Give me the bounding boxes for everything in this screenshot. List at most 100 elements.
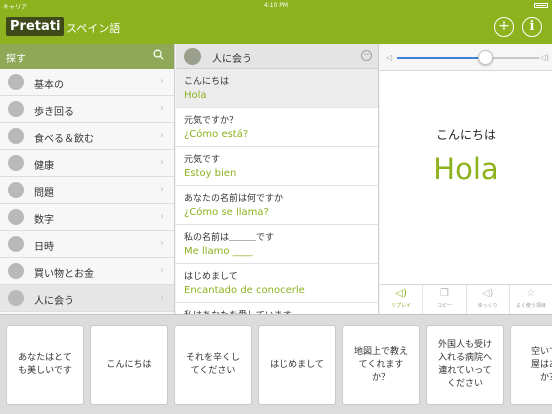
sidebar-item[interactable]: 日時 › xyxy=(0,231,174,258)
target-language-label[interactable]: スペイン語 xyxy=(66,20,120,36)
sidebar-item-label: 基本の xyxy=(34,80,64,91)
app-logo: Pretati xyxy=(6,17,65,36)
volume-high-icon: ◁) xyxy=(539,53,549,62)
phrase-row[interactable]: こんにちは Hola xyxy=(176,69,378,108)
action-bar: ◁) リプレイ ❐ コピー ◁) ゆっくり ☆ よく使う項目 xyxy=(380,284,552,314)
battery-icon xyxy=(534,3,548,8)
action-label: コピー xyxy=(436,303,452,309)
sidebar-item-label: 健康 xyxy=(34,161,54,172)
volume-low-icon: ◁ xyxy=(386,53,393,62)
chevron-right-icon: › xyxy=(160,76,164,87)
chevron-right-icon: › xyxy=(160,130,164,141)
phrase-japanese: 元気です xyxy=(184,155,221,165)
phrase-spanish: Estoy bien xyxy=(184,168,237,179)
chevron-right-icon: › xyxy=(160,103,164,114)
chevron-right-icon: › xyxy=(160,211,164,222)
app-header: Pretati スペイン語 + i xyxy=(0,11,552,44)
sidebar-item-label: 日時 xyxy=(34,242,54,253)
sidebar-item[interactable]: 基本の › xyxy=(0,69,174,96)
phrase-list-title: 人に会う xyxy=(212,54,252,65)
health-icon xyxy=(8,155,24,171)
action-button[interactable]: ☆ よく使う項目 xyxy=(510,285,552,314)
detail-japanese-text: こんにちは xyxy=(435,128,496,142)
face-icon xyxy=(8,182,24,198)
volume-slider[interactable]: ◁ ◁) xyxy=(380,44,552,71)
sidebar-item[interactable]: 人に会う › xyxy=(0,285,174,312)
people-icon xyxy=(8,290,24,306)
action-label: リプレイ xyxy=(391,303,412,309)
recent-phrases-strip: あなたはとて も美しいです こんにちは それを辛くし てください はじめまして 地図上で… xyxy=(0,314,552,414)
phrase-spanish: Hola xyxy=(184,90,207,101)
info-button[interactable]: i xyxy=(522,17,542,37)
chevron-right-icon: › xyxy=(160,265,164,276)
action-button[interactable]: ◁) ゆっくり xyxy=(467,285,510,314)
sidebar-item-label: 数字 xyxy=(34,215,54,226)
search-input[interactable]: 探す xyxy=(6,50,26,65)
chevron-right-icon: › xyxy=(160,292,164,303)
search-bar[interactable]: 探す xyxy=(0,44,174,69)
bag-icon xyxy=(8,263,24,279)
phrase-spanish: Me llamo ____ xyxy=(184,246,253,257)
sidebar-item[interactable]: 食べる＆飲む › xyxy=(0,123,174,150)
action-label: よく使う項目 xyxy=(515,303,546,309)
sidebar-item-label: 人に会う xyxy=(34,296,74,307)
phrase-row[interactable]: 私はあなたを愛しています xyxy=(176,303,378,314)
phrase-detail-panel: ◁ ◁) こんにちは Hola ◁) リプレイ ❐ コピー ◁) ゆっくり ☆ よく使う項目 xyxy=(380,44,552,314)
phrase-spanish: ¿Cómo se llama? xyxy=(184,207,269,218)
copy-icon: ❐ xyxy=(439,288,449,299)
sidebar-item[interactable]: 買い物とお金 › xyxy=(0,258,174,285)
phrase-list-header: 人に会う − xyxy=(176,44,378,69)
pen-icon xyxy=(8,74,24,90)
sidebar-item-label: 歩き回る xyxy=(34,107,74,118)
phrase-row[interactable]: 元気ですか？ ¿Cómo está? xyxy=(176,108,378,147)
drink-icon xyxy=(8,128,24,144)
sidebar-item-label: 問題 xyxy=(34,188,54,199)
volume-knob[interactable] xyxy=(478,50,494,65)
phrase-list-panel: 人に会う − こんにちは Hola 元気ですか？ ¿Cómo está? 元気です Est… xyxy=(176,44,379,314)
slow-speaker-icon: ◁) xyxy=(481,288,494,299)
phrase-japanese: 元気ですか？ xyxy=(184,116,239,126)
volume-fill xyxy=(397,57,486,59)
phrase-row[interactable]: あなたの名前は何ですか ¿Cómo se llama? xyxy=(176,186,378,225)
category-sidebar: 探す 基本の › 歩き回る › 食べる＆飲む › 健康 › 問題 › 数字 › 日時 › 買い物とお金 › 人に… xyxy=(0,44,175,314)
phrase-card[interactable]: はじめまして xyxy=(258,325,336,405)
action-button[interactable]: ❐ コピー xyxy=(423,285,467,314)
sidebar-item-label: 食べる＆飲む xyxy=(34,134,94,145)
detail-spanish-text: Hola xyxy=(433,152,499,186)
chevron-right-icon: › xyxy=(160,157,164,168)
sidebar-item[interactable]: 健康 › xyxy=(0,150,174,177)
phrase-spanish: ¿Cómo está? xyxy=(184,129,249,140)
phrase-card[interactable]: 外国人も受け 入れる病院へ 連れていって ください xyxy=(426,325,504,405)
phrase-row[interactable]: 私の名前は＿＿＿です Me llamo ____ xyxy=(176,225,378,264)
sidebar-item[interactable]: 数字 › xyxy=(0,204,174,231)
sidebar-item[interactable]: 問題 › xyxy=(0,177,174,204)
phrase-card[interactable]: 空いてい 屋はあり か？ xyxy=(510,325,552,405)
star-icon: ☆ xyxy=(526,288,536,299)
speaker-icon: ◁) xyxy=(395,288,407,299)
walk-icon xyxy=(8,101,24,117)
search-icon xyxy=(153,49,164,60)
add-button[interactable]: + xyxy=(494,17,514,37)
action-button[interactable]: ◁) リプレイ xyxy=(380,285,424,314)
phrase-card[interactable]: それを辛くし てください xyxy=(174,325,252,405)
status-time: 4:10 PM xyxy=(263,2,289,9)
clock-icon xyxy=(8,236,24,252)
phrase-row[interactable]: 元気です Estoy bien xyxy=(176,147,378,186)
action-label: ゆっくり xyxy=(477,303,498,309)
sidebar-item[interactable]: 歩き回る › xyxy=(0,96,174,123)
phrase-card[interactable]: こんにちは xyxy=(90,325,168,405)
chevron-right-icon: › xyxy=(160,238,164,249)
phrase-row[interactable]: はじめまして Encantado de conocerle xyxy=(176,264,378,303)
phrase-japanese: こんにちは xyxy=(184,77,230,87)
phrase-japanese: あなたの名前は何ですか xyxy=(184,194,284,204)
people-icon xyxy=(184,48,201,65)
phrase-card[interactable]: 地図上で教え てくれます か？ xyxy=(342,325,420,405)
collapse-icon[interactable]: − xyxy=(361,50,372,61)
phrase-card[interactable]: あなたはとて も美しいです xyxy=(6,325,84,405)
chevron-right-icon: › xyxy=(160,184,164,195)
numbers-icon xyxy=(8,209,24,225)
status-bar: キャリア 4:10 PM xyxy=(0,0,552,11)
phrase-spanish: Encantado de conocerle xyxy=(184,285,305,296)
phrase-japanese: 私の名前は＿＿＿です xyxy=(184,233,275,243)
sidebar-item-label: 買い物とお金 xyxy=(34,269,94,280)
